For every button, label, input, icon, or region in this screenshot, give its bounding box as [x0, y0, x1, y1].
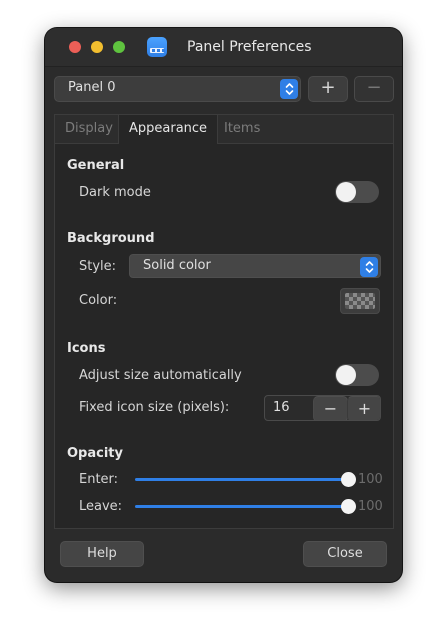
background-heading: Background	[67, 231, 155, 246]
title-bar: Panel Preferences	[45, 28, 402, 67]
tab-bar: Display Appearance Items	[55, 115, 393, 144]
enter-opacity-slider[interactable]	[135, 471, 356, 489]
leave-opacity-slider[interactable]	[135, 498, 356, 516]
enter-opacity-value: 100	[358, 472, 383, 487]
preferences-notebook: Display Appearance Items General Dark mo…	[54, 114, 394, 529]
slider-thumb[interactable]	[341, 499, 356, 514]
icon-size-spinbutton: 16 − +	[264, 395, 381, 421]
adjust-size-switch[interactable]	[335, 364, 379, 386]
increment-button[interactable]: +	[347, 396, 380, 420]
fixed-icon-size-label: Fixed icon size (pixels):	[79, 400, 230, 415]
maximize-window-button[interactable]	[113, 41, 125, 53]
tab-display[interactable]: Display	[55, 115, 123, 143]
leave-opacity-value: 100	[358, 499, 383, 514]
window-title: Panel Preferences	[187, 39, 312, 55]
switch-knob	[336, 182, 356, 202]
chevron-up-down-icon	[360, 257, 378, 277]
panel-app-icon	[147, 37, 167, 57]
close-window-button[interactable]	[69, 41, 81, 53]
chevron-up-down-icon	[280, 79, 298, 99]
background-style-select[interactable]: Solid color	[129, 254, 381, 278]
dark-mode-switch[interactable]	[335, 181, 379, 203]
style-label: Style:	[79, 259, 117, 274]
close-button[interactable]: Close	[303, 541, 387, 567]
tab-items[interactable]: Items	[214, 115, 270, 143]
add-panel-button[interactable]: +	[308, 76, 348, 102]
panel-select-value: Panel 0	[68, 80, 116, 95]
panel-select[interactable]: Panel 0	[54, 76, 301, 102]
background-style-value: Solid color	[143, 258, 211, 273]
minimize-window-button[interactable]	[91, 41, 103, 53]
enter-label: Enter:	[79, 472, 119, 487]
panel-preferences-window: Panel Preferences Panel 0 + − Display Ap…	[45, 28, 402, 582]
help-button[interactable]: Help	[60, 541, 144, 567]
transparent-swatch-icon	[345, 293, 375, 309]
dark-mode-label: Dark mode	[79, 185, 151, 200]
slider-track	[135, 505, 355, 508]
general-heading: General	[67, 158, 125, 173]
decrement-button[interactable]: −	[313, 396, 348, 420]
opacity-heading: Opacity	[67, 446, 123, 461]
switch-knob	[336, 365, 356, 385]
color-label: Color:	[79, 293, 118, 308]
background-color-button[interactable]	[340, 288, 380, 314]
icons-heading: Icons	[67, 341, 106, 356]
slider-track	[135, 478, 355, 481]
remove-panel-button[interactable]: −	[354, 76, 394, 102]
slider-thumb[interactable]	[341, 472, 356, 487]
leave-label: Leave:	[79, 499, 123, 514]
tab-appearance[interactable]: Appearance	[118, 115, 219, 144]
adjust-size-label: Adjust size automatically	[79, 368, 242, 383]
